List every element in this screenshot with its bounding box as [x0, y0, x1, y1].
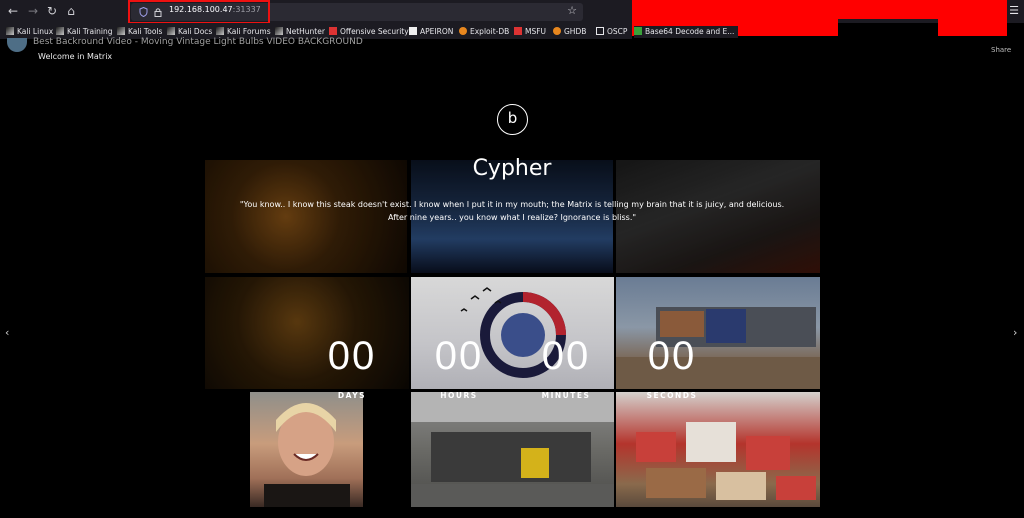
bookmark-label: Kali Forums — [227, 27, 271, 36]
video-title[interactable]: Best Backround Video - Moving Vintage Li… — [33, 37, 363, 47]
star-icon[interactable]: ☆ — [567, 4, 577, 17]
chevron-left-icon[interactable]: ‹ — [5, 326, 9, 339]
bookmark-exploit-db[interactable]: Exploit-DB — [459, 26, 509, 38]
exploit-db-icon — [459, 27, 467, 35]
gallery-tile-boxes — [616, 392, 820, 507]
warehouse-graphic — [411, 392, 614, 507]
share-button[interactable]: Share — [991, 46, 1011, 54]
boxes-graphic — [636, 422, 816, 500]
hamburger-menu-icon[interactable]: ☰ — [1007, 4, 1021, 18]
offsec-icon — [329, 27, 337, 35]
bookmark-oscp[interactable]: OSCP — [596, 26, 627, 38]
home-icon[interactable]: ⌂ — [64, 4, 78, 18]
portrait-graphic — [264, 403, 350, 507]
countdown-minutes-label: MINUTES — [541, 391, 591, 400]
bookmark-label: Kali Tools — [128, 27, 163, 36]
bookmark-label: Base64 Decode and E... — [645, 27, 735, 36]
msfu-icon — [514, 27, 522, 35]
bookmark-base64[interactable]: Base64 Decode and E... — [634, 26, 739, 38]
countdown-days-label: DAYS — [337, 391, 367, 400]
quote-line: After nine years.. you know what I reali… — [387, 213, 637, 222]
reload-icon[interactable]: ↻ — [45, 4, 59, 18]
welcome-text: Welcome in Matrix — [38, 52, 113, 61]
arrow-left-icon[interactable]: ← — [6, 4, 20, 18]
countdown-seconds-label: SECONDS — [646, 391, 698, 400]
kali-icon — [216, 27, 224, 35]
arrow-right-icon[interactable]: → — [26, 4, 40, 18]
bookmark-label: Kali Training — [67, 27, 113, 36]
bookmark-label: Kali Linux — [17, 27, 54, 36]
redaction-block — [838, 0, 938, 19]
kali-icon — [117, 27, 125, 35]
countdown-seconds-value: 00 — [647, 334, 697, 378]
gallery-tile-portrait — [250, 392, 363, 507]
folder-icon — [596, 27, 604, 35]
page-heading: Cypher — [472, 156, 552, 181]
quote-line: "You know.. I know this steak doesn't ex… — [239, 200, 785, 209]
kali-icon — [6, 27, 14, 35]
kali-icon — [167, 27, 175, 35]
bookmark-apeiron[interactable]: APEIRON — [409, 26, 453, 38]
bookmark-label: GHDB — [564, 27, 587, 36]
gallery-tile-warehouse — [411, 392, 614, 507]
bookmark-ghdb[interactable]: GHDB — [553, 26, 586, 38]
countdown-hours-label: HOURS — [440, 391, 478, 400]
redaction-block — [938, 0, 1007, 36]
bookmark-label: OSCP — [607, 27, 628, 36]
countdown-minutes-value: 00 — [541, 334, 591, 378]
bookmark-label: MSFU — [525, 27, 547, 36]
bookmark-msfu[interactable]: MSFU — [514, 26, 546, 38]
bookmark-label: Kali Docs — [178, 27, 213, 36]
ghdb-icon — [553, 27, 561, 35]
quote-text: "You know.. I know this steak doesn't ex… — [212, 198, 812, 224]
bookmark-label: APEIRON — [420, 27, 454, 36]
site-logo[interactable]: b — [497, 104, 528, 135]
base64-icon — [634, 27, 642, 35]
browser-toolbar: ← → ↻ ⌂ 192.168.100.47:31337 ☆ ☰ — [0, 0, 1024, 36]
nethunter-icon — [275, 27, 283, 35]
apeiron-icon — [409, 27, 417, 35]
bookmark-label: Exploit-DB — [470, 27, 510, 36]
chevron-right-icon[interactable]: › — [1013, 326, 1017, 339]
url-highlight-box — [128, 0, 270, 24]
countdown-hours-value: 00 — [434, 334, 484, 378]
countdown-days-value: 00 — [327, 334, 377, 378]
bookmark-label: NetHunter — [286, 27, 325, 36]
bookmark-label: Offensive Security — [340, 27, 409, 36]
kali-icon — [56, 27, 64, 35]
